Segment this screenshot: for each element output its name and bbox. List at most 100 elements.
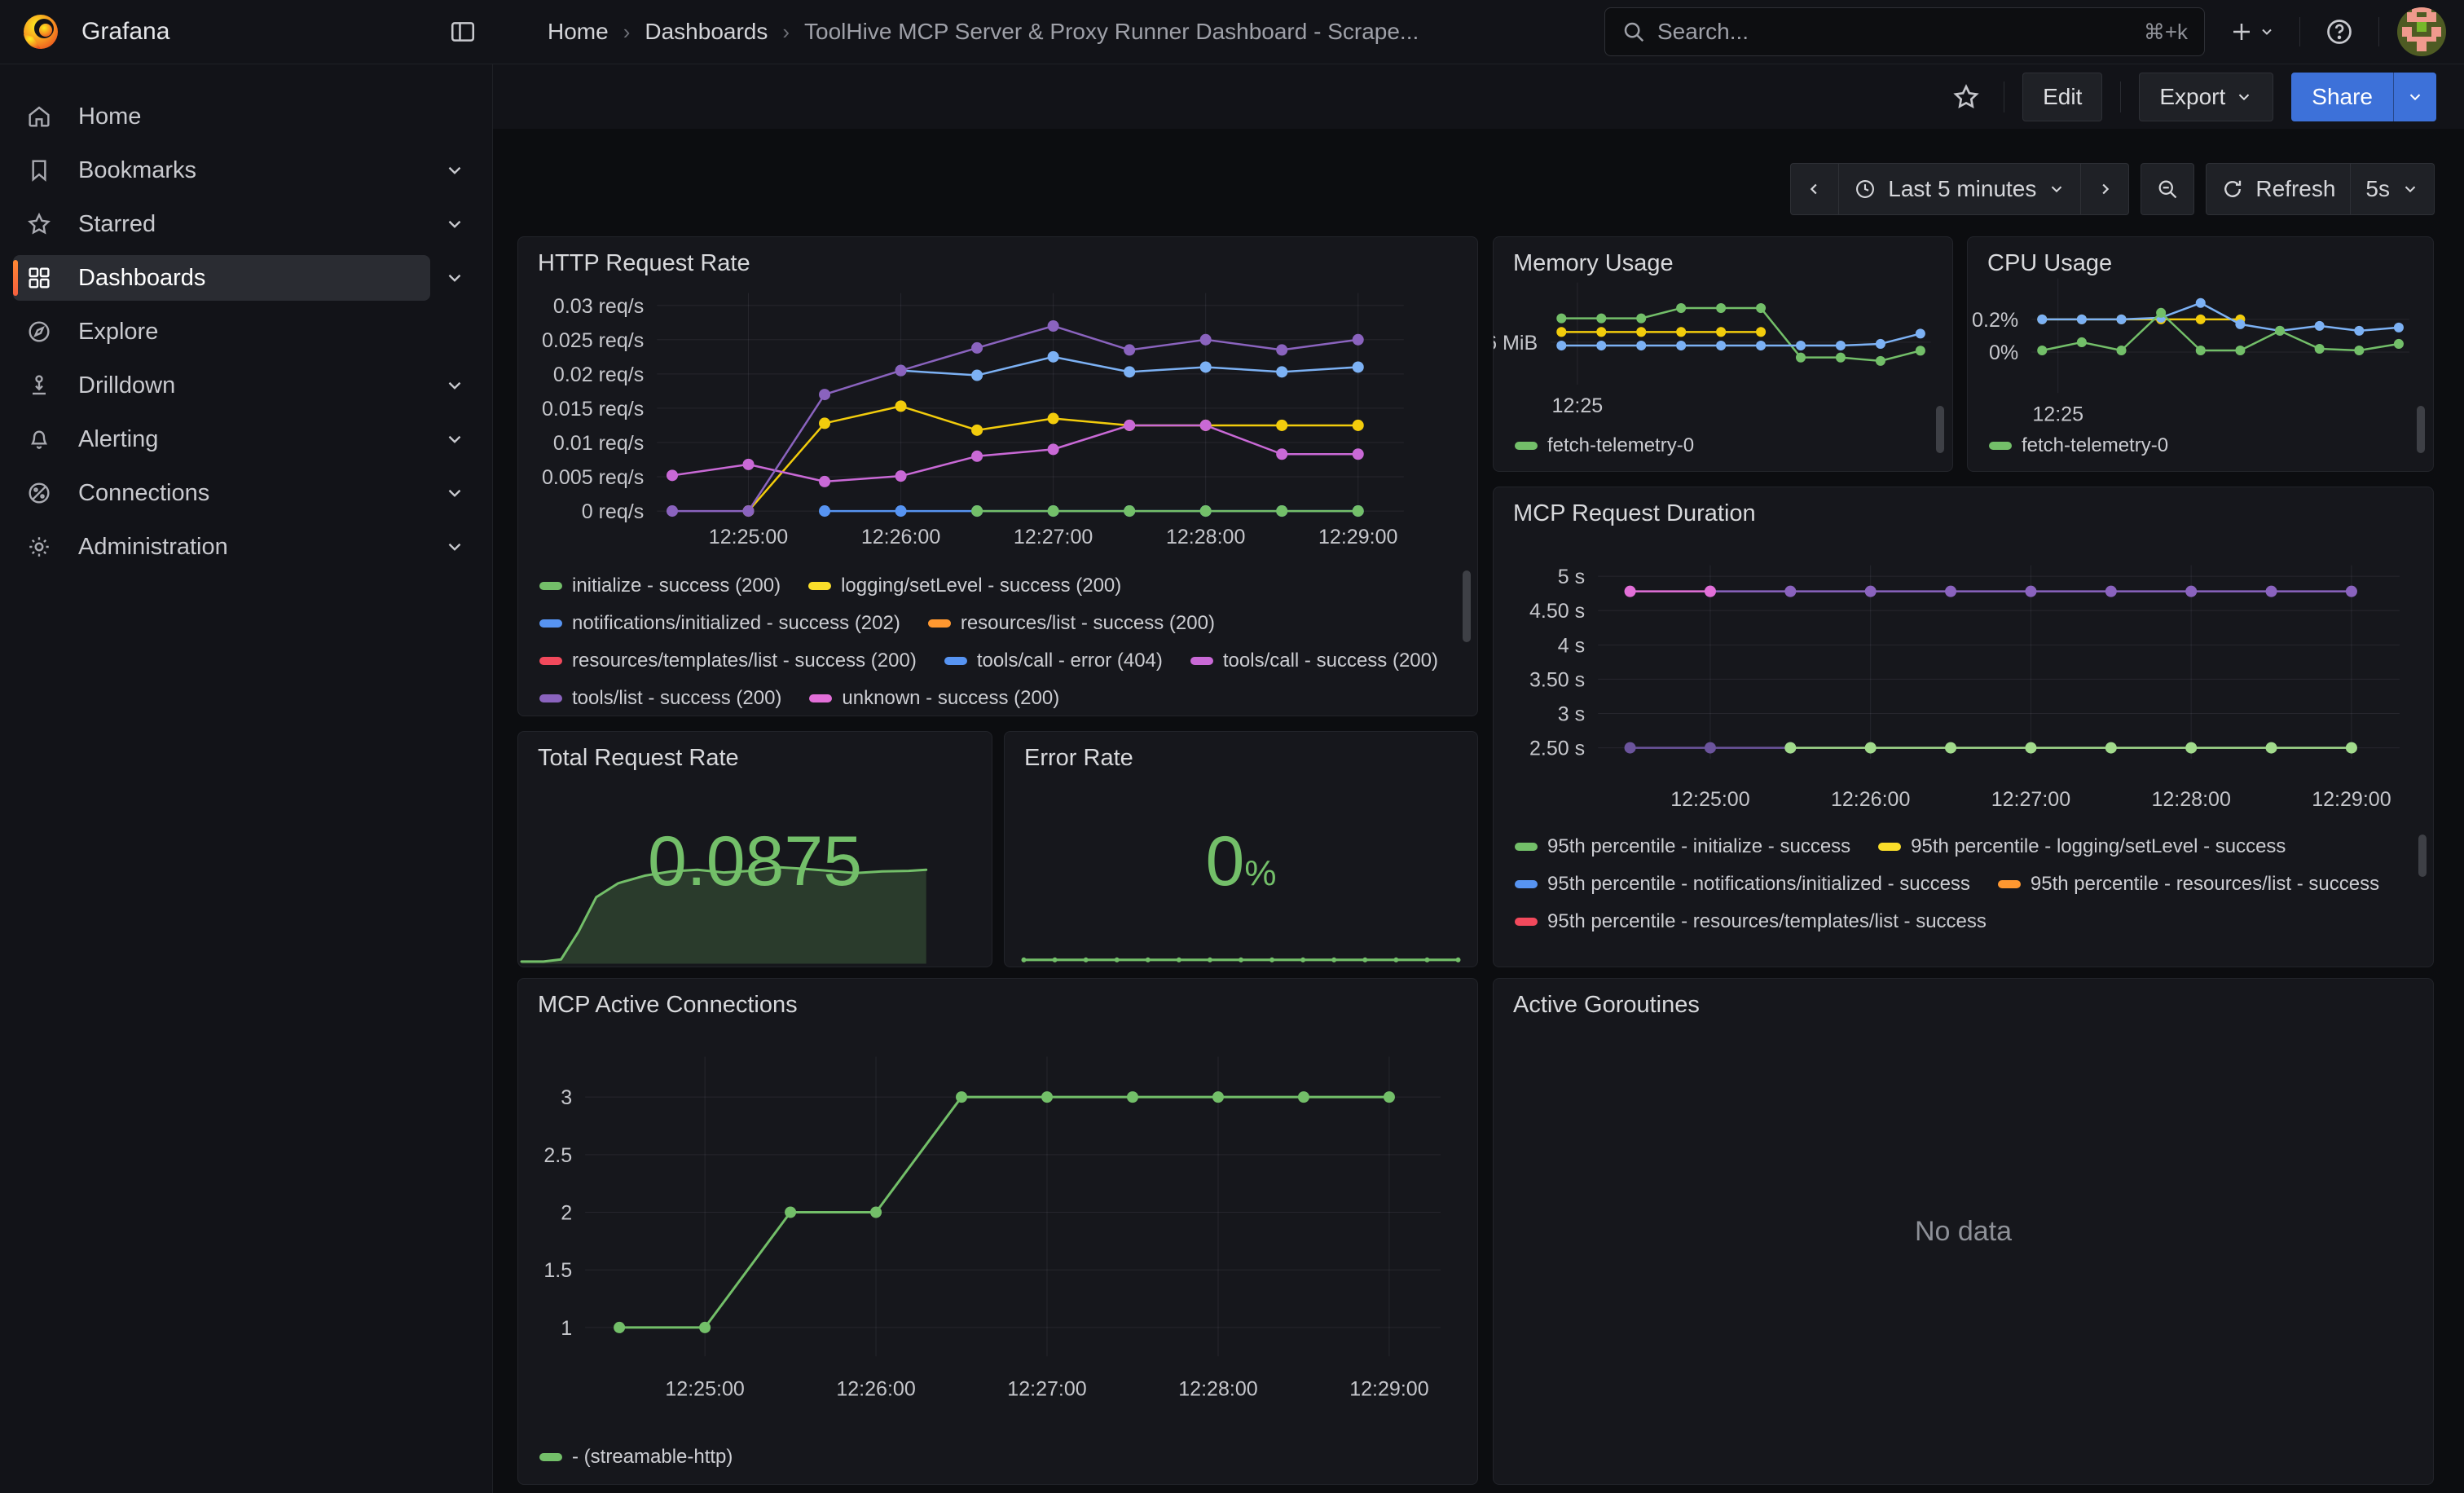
chevron-down-icon[interactable] (430, 429, 479, 450)
mcp-active-connections-chart[interactable]: 12:25:0012:26:0012:27:0012:28:0012:29:00… (518, 979, 1477, 1484)
search-shortcut: ⌘+k (2144, 20, 2188, 45)
legend-item[interactable]: resources/list - success (200) (928, 611, 1215, 636)
nav-actions: Search... ⌘+k (1604, 7, 2464, 56)
svg-text:12:27:00: 12:27:00 (1014, 526, 1093, 548)
panel-title[interactable]: Memory Usage (1513, 250, 1674, 277)
chevron-down-icon[interactable] (430, 267, 479, 288)
legend-item[interactable]: 95th percentile - notifications/initiali… (1515, 872, 1970, 896)
svg-text:1.5: 1.5 (543, 1259, 572, 1282)
stat-unit: % (1244, 853, 1276, 893)
legend-item[interactable]: unknown - success (200) (809, 686, 1059, 711)
legend-item[interactable]: 95th percentile - logging/setLevel - suc… (1878, 835, 2286, 859)
chevron-down-icon[interactable] (430, 375, 479, 396)
legend-item[interactable]: - (streamable-http) (539, 1445, 733, 1469)
sidebar: Home Bookmarks Starred (0, 64, 493, 1493)
svg-text:3: 3 (561, 1086, 572, 1109)
legend-item[interactable]: tools/call - error (404) (944, 649, 1163, 673)
search-placeholder: Search... (1657, 19, 2132, 45)
legend-item[interactable]: resources/templates/list - success (200) (539, 649, 917, 673)
legend-item[interactable]: 95th percentile - initialize - success (1515, 835, 1850, 859)
help-icon (2325, 17, 2354, 46)
chevron-down-icon (2235, 88, 2253, 106)
chevron-down-icon (2048, 180, 2066, 198)
gear-icon (26, 534, 52, 560)
breadcrumb-home[interactable]: Home (548, 19, 609, 45)
search-input[interactable]: Search... ⌘+k (1604, 7, 2205, 56)
sidebar-item-bookmarks[interactable]: Bookmarks (13, 144, 479, 196)
refresh-interval-picker[interactable]: 5s (2351, 163, 2435, 215)
legend-item[interactable]: tools/call - success (200) (1190, 649, 1438, 673)
breadcrumb-dashboards[interactable]: Dashboards (645, 19, 768, 45)
legend-item[interactable]: tools/list - success (200) (539, 686, 781, 711)
chevron-down-icon[interactable] (430, 214, 479, 235)
avatar[interactable] (2397, 7, 2446, 56)
panel-title[interactable]: MCP Request Duration (1513, 500, 1756, 527)
panel-title[interactable]: MCP Active Connections (538, 992, 798, 1019)
panel-active-goroutines: Active Goroutines No data (1493, 978, 2434, 1485)
edit-button[interactable]: Edit (2022, 73, 2102, 121)
refresh-button[interactable]: Refresh (2206, 163, 2351, 215)
svg-text:0.005 req/s: 0.005 req/s (542, 466, 644, 489)
panel-cpu-usage: 12:250.2%0% CPU Usage fetch-telemetry-0 (1967, 236, 2434, 472)
svg-text:3.50 s: 3.50 s (1529, 668, 1585, 691)
zoom-out-button[interactable] (2141, 163, 2194, 215)
time-back-button[interactable] (1790, 163, 1839, 215)
stat-value: 0% (1005, 821, 1477, 902)
add-button[interactable] (2223, 9, 2281, 55)
favorite-star-icon[interactable] (1951, 82, 1981, 112)
series-color-swatch (1878, 843, 1901, 851)
sidebar-item-alerting[interactable]: Alerting (13, 413, 479, 465)
sidebar-item-label: Dashboards (78, 265, 205, 292)
legend-scrollbar[interactable] (1936, 406, 1944, 453)
svg-text:2.50 s: 2.50 s (1529, 738, 1585, 760)
share-options-button[interactable] (2393, 73, 2436, 121)
dock-sidebar-icon[interactable] (440, 9, 486, 55)
legend-item[interactable]: initialize - success (200) (539, 574, 781, 598)
svg-text:4 s: 4 s (1558, 634, 1585, 657)
legend-item[interactable]: 95th percentile - resources/list - succe… (1998, 872, 2379, 896)
series-color-swatch (1190, 657, 1213, 665)
export-button[interactable]: Export (2139, 73, 2273, 121)
sidebar-item-dashboards[interactable]: Dashboards (13, 252, 479, 304)
chevron-down-icon[interactable] (430, 482, 479, 504)
sidebar-item-label: Alerting (78, 426, 158, 453)
share-button[interactable]: Share (2291, 73, 2393, 121)
sidebar-item-administration[interactable]: Administration (13, 521, 479, 573)
sidebar-item-starred[interactable]: Starred (13, 198, 479, 250)
svg-text:3 s: 3 s (1558, 703, 1585, 726)
panel-title[interactable]: Total Request Rate (538, 745, 739, 772)
sidebar-item-label: Administration (78, 534, 228, 561)
legend-scrollbar[interactable] (2418, 835, 2427, 877)
panel-title[interactable]: HTTP Request Rate (538, 250, 750, 277)
sidebar-item-connections[interactable]: Connections (13, 467, 479, 519)
legend-item[interactable]: 95th percentile - resources/templates/li… (1515, 909, 1987, 934)
legend-item[interactable]: notifications/initialized - success (202… (539, 611, 900, 636)
sidebar-item-label: Connections (78, 480, 209, 507)
breadcrumb-current: ToolHive MCP Server & Proxy Runner Dashb… (804, 19, 1419, 45)
home-icon (26, 103, 52, 130)
chevron-down-icon[interactable] (430, 160, 479, 181)
panel-title[interactable]: Error Rate (1024, 745, 1133, 772)
series-color-swatch (539, 582, 562, 590)
legend-item[interactable]: logging/setLevel - success (200) (808, 574, 1121, 598)
sidebar-item-home[interactable]: Home (13, 90, 479, 143)
panel-title[interactable]: Active Goroutines (1513, 992, 1700, 1019)
legend-scrollbar[interactable] (2417, 406, 2425, 453)
panel-title[interactable]: CPU Usage (1987, 250, 2112, 277)
legend-scrollbar[interactable] (1463, 570, 1471, 642)
search-icon (1621, 20, 1646, 44)
time-forward-button[interactable] (2081, 163, 2129, 215)
divider (2299, 17, 2300, 46)
chevron-down-icon[interactable] (430, 536, 479, 557)
svg-text:12:27:00: 12:27:00 (1007, 1377, 1086, 1400)
series-color-swatch (539, 619, 562, 628)
time-range-picker[interactable]: Last 5 minutes (1839, 163, 2081, 215)
sidebar-item-explore[interactable]: Explore (13, 306, 479, 358)
legend-item[interactable]: fetch-telemetry-0 (1989, 434, 2168, 458)
grafana-logo-icon[interactable] (21, 12, 60, 51)
sidebar-item-drilldown[interactable]: Drilldown (13, 359, 479, 412)
legend-item[interactable]: fetch-telemetry-0 (1515, 434, 1694, 458)
help-button[interactable] (2318, 9, 2361, 55)
svg-text:0.025 req/s: 0.025 req/s (542, 329, 644, 352)
series-color-swatch (1515, 880, 1538, 888)
